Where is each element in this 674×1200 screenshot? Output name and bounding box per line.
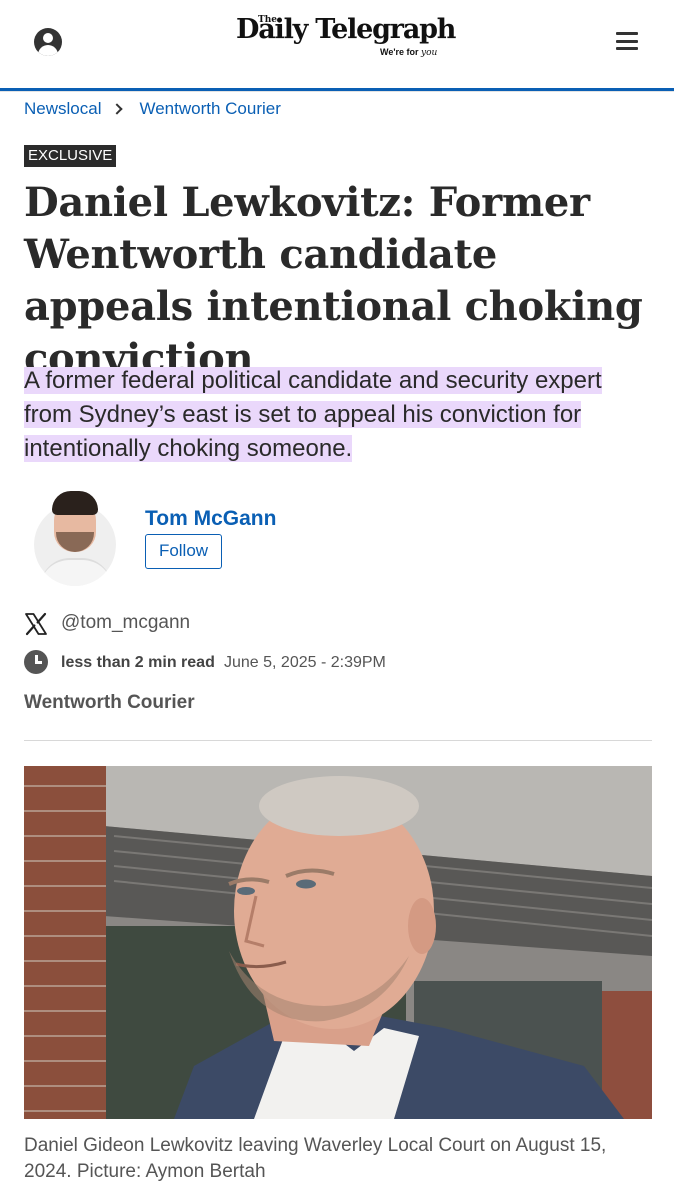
x-logo-icon[interactable] (24, 612, 48, 636)
hamburger-menu-icon[interactable] (616, 32, 638, 50)
exclusive-badge: EXCLUSIVE (24, 145, 117, 167)
author-avatar[interactable] (34, 488, 116, 586)
article-headline: Daniel Lewkovitz: Former Wentworth candi… (24, 179, 643, 382)
chevron-right-icon (111, 103, 124, 115)
logo-tagline: We're for you (380, 47, 437, 58)
logo-tagline-you: you (421, 48, 438, 58)
follow-button[interactable]: Follow (145, 534, 222, 569)
publish-date: June 5, 2025 - 2:39PM (224, 654, 386, 671)
read-time: less than 2 min read (61, 654, 215, 671)
x-handle-link[interactable]: @tom_mcgann (61, 612, 190, 634)
site-logo[interactable]: Daily Telegraph The We're for you (220, 12, 456, 72)
clock-icon (24, 650, 48, 674)
breadcrumb-item-newslocal[interactable]: Newslocal (24, 99, 101, 119)
hero-photo-illustration (24, 766, 652, 1119)
hero-caption: Daniel Gideon Lewkovitz leaving Waverley… (24, 1135, 607, 1182)
article-standfirst: A former federal political candidate and… (24, 364, 654, 466)
section-link[interactable]: Wentworth Courier (24, 692, 195, 714)
meta-divider (24, 740, 652, 741)
breadcrumb-item-wentworth-courier[interactable]: Wentworth Courier (139, 99, 280, 119)
site-header: Daily Telegraph The We're for you (0, 0, 674, 88)
logo-tagline-prefix: We're for (380, 47, 419, 57)
header-divider (0, 91, 674, 92)
author-name-link[interactable]: Tom McGann (145, 507, 276, 531)
breadcrumb: Newslocal Wentworth Courier (24, 99, 281, 119)
logo-the: The (258, 15, 277, 25)
hero-image[interactable] (24, 766, 652, 1119)
standfirst-text: A former federal political candidate and… (24, 367, 602, 462)
user-circle-icon[interactable] (34, 28, 62, 56)
